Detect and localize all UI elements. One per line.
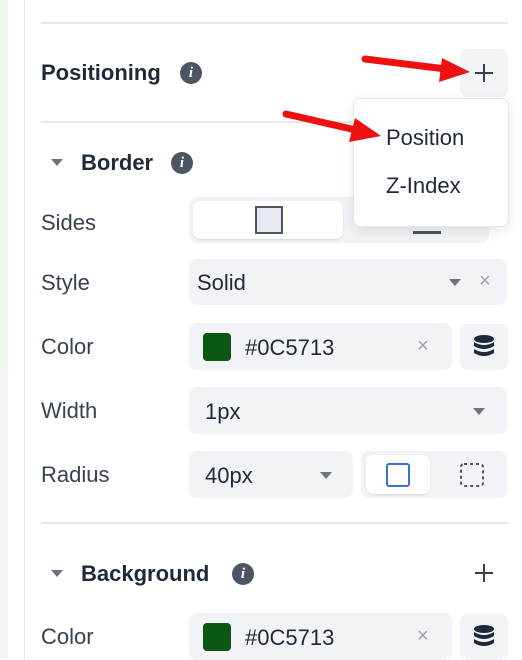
- section-divider: [41, 22, 508, 24]
- border-bottom-icon[interactable]: [413, 231, 441, 234]
- plus-icon: [475, 64, 493, 82]
- sides-label: Sides: [41, 210, 97, 235]
- clear-icon[interactable]: ×: [417, 335, 429, 358]
- section-divider: [41, 522, 508, 524]
- chevron-down-icon[interactable]: [473, 408, 485, 415]
- border-all-icon: [255, 206, 283, 234]
- menu-item-z-index[interactable]: Z-Index: [386, 173, 461, 199]
- color-swatch[interactable]: [203, 623, 231, 651]
- color-variable-button[interactable]: [460, 324, 508, 370]
- style-select[interactable]: Solid ×: [189, 259, 507, 305]
- chevron-down-icon[interactable]: [449, 279, 461, 286]
- chevron-down-icon[interactable]: [320, 472, 332, 479]
- color-value: #0C5713: [245, 335, 335, 360]
- radius-value: 40px: [205, 463, 253, 488]
- arrow-to-add-button: [361, 55, 450, 73]
- positioning-dropdown-menu: Position Z-Index: [353, 98, 509, 227]
- background-title: Background: [81, 561, 210, 586]
- left-panel-strip-lower: [0, 371, 8, 659]
- radius-select[interactable]: 40px: [189, 451, 353, 498]
- sides-all-button[interactable]: [193, 201, 343, 239]
- clear-icon[interactable]: ×: [417, 625, 429, 648]
- left-panel-strip: [0, 0, 8, 371]
- style-label: Style: [41, 270, 90, 295]
- background-color-field[interactable]: #0C5713 ×: [189, 613, 452, 660]
- border-title: Border: [81, 150, 154, 175]
- clear-icon[interactable]: ×: [479, 270, 491, 293]
- border-color-field[interactable]: #0C5713 ×: [189, 323, 452, 370]
- bg-color-label: Color: [41, 624, 94, 649]
- radius-label: Radius: [41, 462, 110, 487]
- bg-color-variable-button[interactable]: [460, 614, 508, 660]
- collapse-caret-icon[interactable]: [51, 570, 63, 577]
- menu-item-position[interactable]: Position: [386, 125, 464, 151]
- info-icon[interactable]: i: [180, 62, 202, 84]
- plus-icon: [475, 564, 493, 582]
- width-label: Width: [41, 398, 98, 423]
- width-select[interactable]: 1px: [189, 387, 507, 434]
- info-icon[interactable]: i: [171, 152, 193, 174]
- info-icon[interactable]: i: [232, 563, 254, 585]
- color-swatch[interactable]: [203, 333, 231, 361]
- database-icon: [474, 335, 494, 356]
- database-icon: [474, 625, 494, 646]
- add-positioning-button[interactable]: [460, 49, 508, 97]
- bg-color-value: #0C5713: [245, 625, 335, 650]
- collapse-caret-icon[interactable]: [51, 159, 63, 166]
- positioning-title: Positioning: [41, 60, 161, 85]
- radius-all-button[interactable]: [366, 455, 430, 494]
- width-value: 1px: [205, 399, 241, 424]
- color-label: Color: [41, 334, 94, 359]
- style-value: Solid: [197, 270, 246, 295]
- panel-divider: [24, 0, 25, 659]
- radius-all-icon: [386, 463, 410, 487]
- radius-individual-icon[interactable]: [459, 462, 485, 488]
- radius-toggle-group: [361, 451, 507, 498]
- add-background-button[interactable]: [460, 549, 508, 597]
